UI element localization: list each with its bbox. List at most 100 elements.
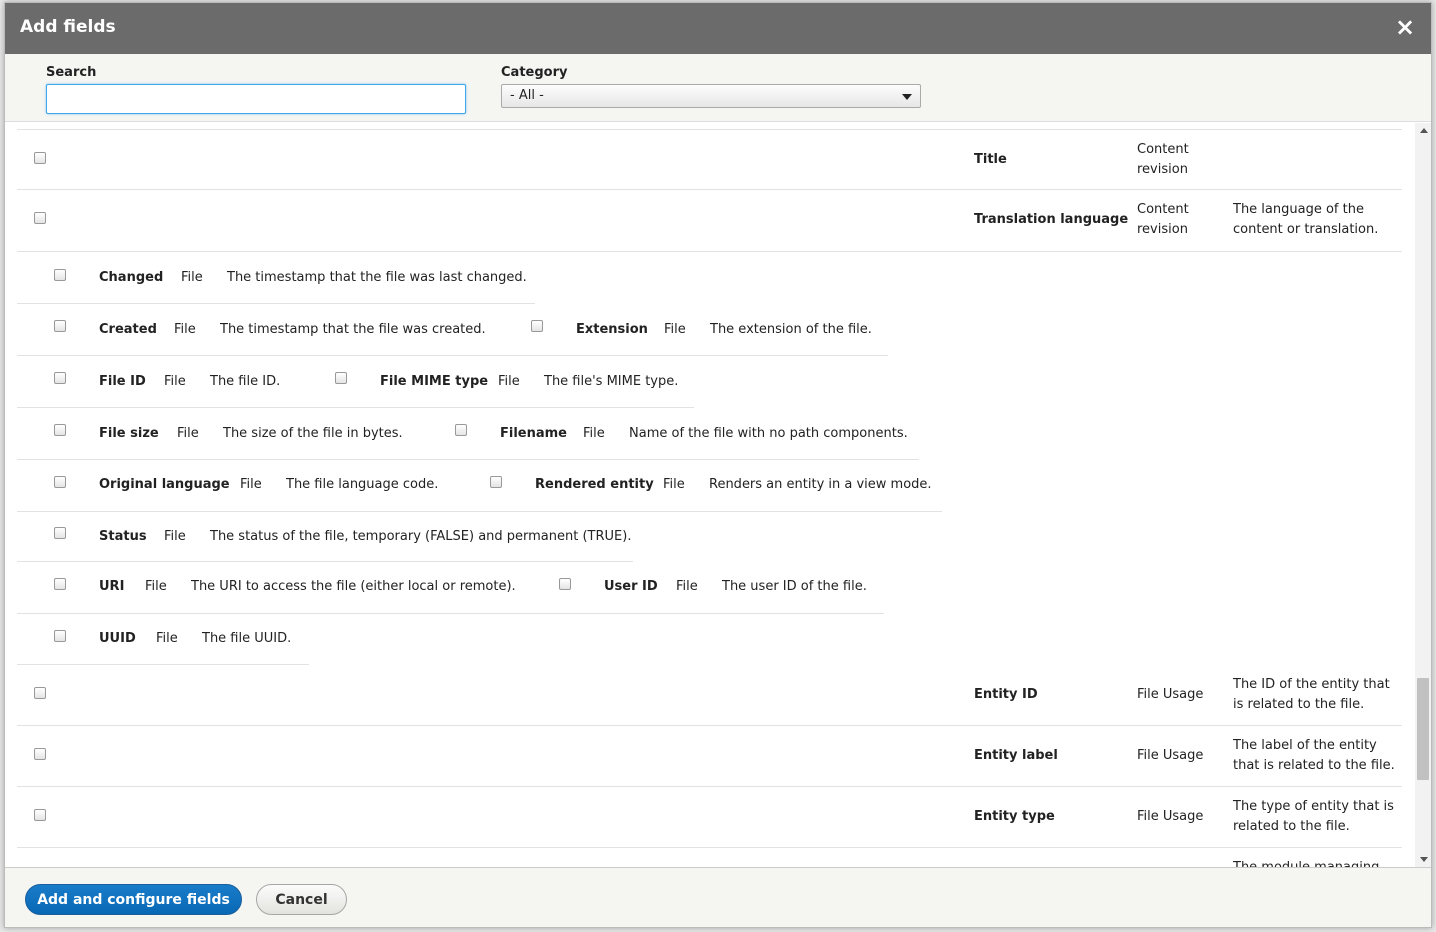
scroll-up-icon[interactable] <box>1420 128 1428 133</box>
table-row: Entity label File Usage The label of the… <box>17 726 1402 787</box>
field-category: File <box>177 426 199 441</box>
field-name: User ID <box>604 579 658 594</box>
field-description: Renders an entity in a view mode. <box>709 477 932 492</box>
list-item: UUID File The file UUID. <box>17 614 309 665</box>
row-checkbox[interactable] <box>34 687 46 699</box>
field-category: File <box>676 579 698 594</box>
field-description: The label of the entity that is related … <box>1233 738 1395 773</box>
field-category: File <box>240 477 262 492</box>
field-category: File Usage <box>1137 687 1204 702</box>
category-select[interactable]: - All - <box>501 84 921 108</box>
row-checkbox[interactable] <box>455 424 467 436</box>
add-and-configure-fields-button[interactable]: Add and configure fields <box>25 884 242 915</box>
row-checkbox[interactable] <box>34 212 46 224</box>
field-category: File <box>181 270 203 285</box>
field-name: File size <box>99 426 159 441</box>
table-scrollbar[interactable] <box>1415 123 1431 867</box>
field-name: Rendered entity <box>535 477 654 492</box>
field-description: The file ID. <box>210 374 281 389</box>
list-item: File size File The size of the file in b… <box>17 408 919 460</box>
row-checkbox[interactable] <box>54 424 66 436</box>
row-checkbox[interactable] <box>54 269 66 281</box>
field-description: The timestamp that the file was created. <box>220 322 486 337</box>
list-item: URI File The URI to access the file (eit… <box>17 562 884 614</box>
dialog-titlebar: Add fields × <box>5 3 1431 54</box>
field-category: File Usage <box>1137 809 1204 824</box>
field-name: Extension <box>576 322 648 337</box>
field-description: The timestamp that the file was last cha… <box>227 270 527 285</box>
field-description: The file language code. <box>286 477 439 492</box>
field-name: Entity ID <box>974 687 1038 702</box>
field-category: File <box>498 374 520 389</box>
field-category: File Usage <box>1137 748 1204 763</box>
field-name: Entity type <box>974 809 1055 824</box>
row-checkbox[interactable] <box>34 152 46 164</box>
field-category: File <box>174 322 196 337</box>
field-description: Name of the file with no path components… <box>629 426 908 441</box>
field-category: Content revision <box>1137 202 1189 237</box>
field-description: The extension of the file. <box>710 322 872 337</box>
table-row: Translation language Content revision Th… <box>17 190 1402 252</box>
fields-table[interactable]: Title Content revision Translation langu… <box>5 123 1415 867</box>
field-category: File <box>164 374 186 389</box>
field-name: Entity label <box>974 748 1058 763</box>
table-row: Entity ID File Usage The ID of the entit… <box>17 665 1402 726</box>
field-description: The type of entity that is related to th… <box>1233 799 1394 834</box>
list-item: Status File The status of the file, temp… <box>17 512 633 562</box>
field-name: UUID <box>99 631 136 646</box>
close-icon[interactable]: × <box>1393 15 1417 39</box>
field-name: Changed <box>99 270 164 285</box>
scrollbar-thumb[interactable] <box>1417 678 1429 780</box>
row-checkbox[interactable] <box>54 527 66 539</box>
field-description: The module managing <box>1233 858 1398 867</box>
field-description: The language of the content or translati… <box>1233 202 1379 237</box>
field-description: The status of the file, temporary (FALSE… <box>210 529 632 544</box>
table-row: Entity type File Usage The type of entit… <box>17 787 1402 848</box>
list-item: Original language File The file language… <box>17 460 942 512</box>
row-checkbox[interactable] <box>490 476 502 488</box>
field-category: File <box>164 529 186 544</box>
scroll-down-icon[interactable] <box>1420 857 1428 862</box>
field-name: Translation language <box>974 212 1129 227</box>
search-label: Search <box>46 65 97 80</box>
field-name: Title <box>974 152 1007 167</box>
filters-bar: Search Category - All - <box>5 54 1431 122</box>
row-checkbox[interactable] <box>335 372 347 384</box>
field-name: File ID <box>99 374 146 389</box>
field-category: File <box>664 322 686 337</box>
field-description: The size of the file in bytes. <box>223 426 403 441</box>
row-checkbox[interactable] <box>34 809 46 821</box>
field-description: The ID of the entity that is related to … <box>1233 677 1390 712</box>
row-checkbox[interactable] <box>559 578 571 590</box>
add-fields-dialog: Add fields × Search Category - All - Tit… <box>4 2 1432 928</box>
list-item: Changed File The timestamp that the file… <box>17 252 535 304</box>
row-checkbox[interactable] <box>54 630 66 642</box>
cancel-button[interactable]: Cancel <box>256 884 347 915</box>
dialog-title: Add fields <box>20 17 116 37</box>
field-description: The file's MIME type. <box>544 374 679 389</box>
row-checkbox[interactable] <box>54 372 66 384</box>
search-input[interactable] <box>46 84 466 114</box>
row-checkbox[interactable] <box>54 476 66 488</box>
field-description: The URI to access the file (either local… <box>191 579 516 594</box>
list-item: File ID File The file ID. File MIME type… <box>17 356 694 408</box>
field-category: File <box>663 477 685 492</box>
row-checkbox[interactable] <box>34 748 46 760</box>
row-checkbox[interactable] <box>54 320 66 332</box>
chevron-down-icon <box>902 94 912 100</box>
row-checkbox[interactable] <box>531 320 543 332</box>
field-name: Created <box>99 322 157 337</box>
table-row: The module managing <box>17 848 1402 867</box>
field-category: File <box>156 631 178 646</box>
category-select-value: - All - <box>510 88 544 103</box>
table-row: Title Content revision <box>17 129 1402 190</box>
list-item: Created File The timestamp that the file… <box>17 304 888 356</box>
field-name: Status <box>99 529 147 544</box>
field-description: The file UUID. <box>202 631 292 646</box>
field-name: URI <box>99 579 125 594</box>
field-name: File MIME type <box>380 374 489 389</box>
field-category: File <box>145 579 167 594</box>
field-description: The user ID of the file. <box>722 579 867 594</box>
row-checkbox[interactable] <box>54 578 66 590</box>
category-label: Category <box>501 65 568 80</box>
